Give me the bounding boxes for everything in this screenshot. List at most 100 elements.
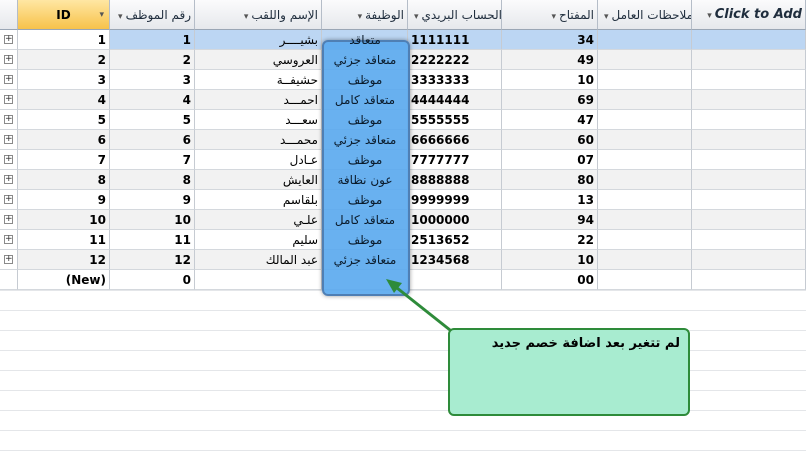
row-selector[interactable]: +: [0, 250, 18, 270]
cell-key[interactable]: 34: [502, 30, 598, 50]
cell-notes[interactable]: [598, 130, 692, 150]
cell-id[interactable]: 8: [18, 170, 110, 190]
cell-id[interactable]: 7: [18, 150, 110, 170]
expand-icon[interactable]: +: [4, 135, 13, 144]
row-selector[interactable]: +: [0, 190, 18, 210]
cell-post[interactable]: 9999999: [408, 190, 502, 210]
expand-icon[interactable]: +: [4, 55, 13, 64]
cell-id[interactable]: 2: [18, 50, 110, 70]
row-selector[interactable]: +: [0, 30, 18, 50]
cell-add[interactable]: [692, 30, 806, 50]
row-selector[interactable]: +: [0, 90, 18, 110]
cell-notes[interactable]: [598, 70, 692, 90]
cell-emp_no[interactable]: 9: [110, 190, 195, 210]
cell-post[interactable]: 1111111: [408, 30, 502, 50]
cell-add[interactable]: [692, 110, 806, 130]
expand-icon[interactable]: +: [4, 195, 13, 204]
cell-name[interactable]: محمـــد: [195, 130, 322, 150]
cell-notes[interactable]: [598, 150, 692, 170]
cell-emp_no[interactable]: 4: [110, 90, 195, 110]
chevron-down-icon[interactable]: ▾: [99, 0, 104, 29]
cell-add[interactable]: [692, 270, 806, 290]
expand-icon[interactable]: +: [4, 35, 13, 44]
cell-emp_no[interactable]: 7: [110, 150, 195, 170]
cell-key[interactable]: 22: [502, 230, 598, 250]
cell-notes[interactable]: [598, 110, 692, 130]
cell-id[interactable]: 4: [18, 90, 110, 110]
cell-post[interactable]: 6666666: [408, 130, 502, 150]
cell-emp_no[interactable]: 10: [110, 210, 195, 230]
cell-name[interactable]: العروسي: [195, 50, 322, 70]
chevron-down-icon[interactable]: ▾: [414, 12, 419, 22]
cell-id[interactable]: 9: [18, 190, 110, 210]
cell-emp_no[interactable]: 0: [110, 270, 195, 290]
column-header-job[interactable]: ▾ الوظيفة: [322, 0, 408, 30]
cell-post[interactable]: 1000000: [408, 210, 502, 230]
cell-name[interactable]: سعـــد: [195, 110, 322, 130]
cell-notes[interactable]: [598, 190, 692, 210]
chevron-down-icon[interactable]: ▾: [358, 12, 363, 22]
cell-notes[interactable]: [598, 50, 692, 70]
row-selector[interactable]: +: [0, 110, 18, 130]
cell-name[interactable]: علـي: [195, 210, 322, 230]
cell-id[interactable]: (New): [18, 270, 110, 290]
cell-notes[interactable]: [598, 250, 692, 270]
expand-icon[interactable]: +: [4, 215, 13, 224]
expand-icon[interactable]: +: [4, 175, 13, 184]
column-header-emp_no[interactable]: ▾ رقم الموظف: [110, 0, 195, 30]
cell-post[interactable]: 3333333: [408, 70, 502, 90]
row-selector[interactable]: [0, 270, 18, 290]
cell-name[interactable]: عـادل: [195, 150, 322, 170]
cell-key[interactable]: 69: [502, 90, 598, 110]
cell-emp_no[interactable]: 8: [110, 170, 195, 190]
select-all-corner[interactable]: [0, 0, 18, 30]
cell-name[interactable]: بشيــــر: [195, 30, 322, 50]
cell-id[interactable]: 11: [18, 230, 110, 250]
column-header-name[interactable]: ▾ الإسم واللقب: [195, 0, 322, 30]
cell-notes[interactable]: [598, 270, 692, 290]
cell-notes[interactable]: [598, 90, 692, 110]
cell-key[interactable]: 13: [502, 190, 598, 210]
cell-notes[interactable]: [598, 30, 692, 50]
cell-name[interactable]: العايش: [195, 170, 322, 190]
row-selector[interactable]: +: [0, 70, 18, 90]
column-header-post[interactable]: ▾رقم الحساب البريدي: [408, 0, 502, 30]
cell-emp_no[interactable]: 5: [110, 110, 195, 130]
cell-key[interactable]: 10: [502, 70, 598, 90]
cell-key[interactable]: 49: [502, 50, 598, 70]
expand-icon[interactable]: +: [4, 75, 13, 84]
chevron-down-icon[interactable]: ▾: [707, 11, 712, 21]
column-header-add[interactable]: ▾ Click to Add: [692, 0, 806, 30]
cell-emp_no[interactable]: 1: [110, 30, 195, 50]
chevron-down-icon[interactable]: ▾: [551, 12, 556, 22]
cell-add[interactable]: [692, 190, 806, 210]
row-selector[interactable]: +: [0, 150, 18, 170]
cell-emp_no[interactable]: 11: [110, 230, 195, 250]
cell-id[interactable]: 12: [18, 250, 110, 270]
cell-name[interactable]: احمـــد: [195, 90, 322, 110]
column-header-id[interactable]: ID ▾: [18, 0, 110, 30]
cell-add[interactable]: [692, 170, 806, 190]
cell-id[interactable]: 6: [18, 130, 110, 150]
cell-add[interactable]: [692, 150, 806, 170]
column-header-notes[interactable]: ▾ ملاحظات العامل: [598, 0, 692, 30]
cell-name[interactable]: سليم: [195, 230, 322, 250]
cell-name[interactable]: بلقاسم: [195, 190, 322, 210]
chevron-down-icon[interactable]: ▾: [118, 12, 123, 22]
cell-notes[interactable]: [598, 170, 692, 190]
cell-add[interactable]: [692, 130, 806, 150]
cell-post[interactable]: 7777777: [408, 150, 502, 170]
cell-name[interactable]: عبد المالك: [195, 250, 322, 270]
cell-emp_no[interactable]: 2: [110, 50, 195, 70]
expand-icon[interactable]: +: [4, 155, 13, 164]
cell-add[interactable]: [692, 210, 806, 230]
cell-name[interactable]: حشيفــة: [195, 70, 322, 90]
row-selector[interactable]: +: [0, 130, 18, 150]
cell-add[interactable]: [692, 90, 806, 110]
cell-key[interactable]: 47: [502, 110, 598, 130]
cell-emp_no[interactable]: 3: [110, 70, 195, 90]
cell-add[interactable]: [692, 70, 806, 90]
cell-id[interactable]: 3: [18, 70, 110, 90]
cell-id[interactable]: 10: [18, 210, 110, 230]
row-selector[interactable]: +: [0, 230, 18, 250]
